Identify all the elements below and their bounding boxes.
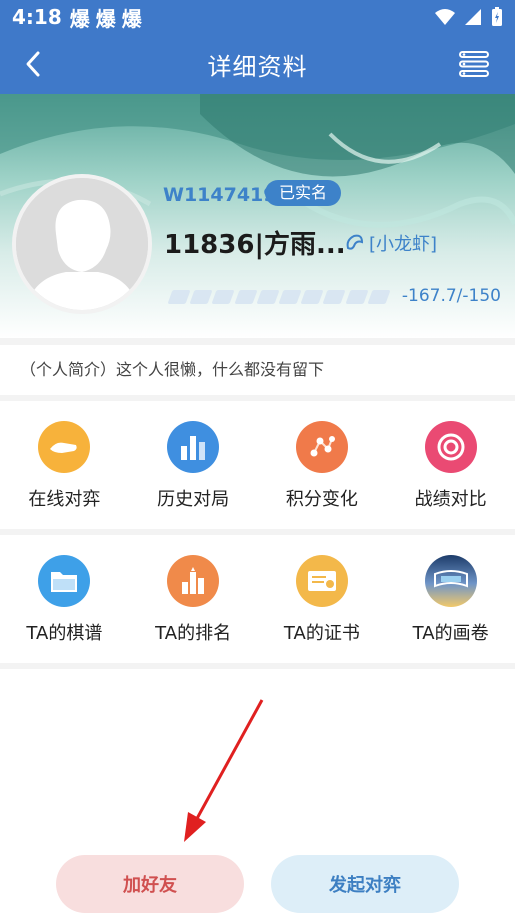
notification-icon: 爆 bbox=[121, 6, 142, 31]
feature-label: 历史对局 bbox=[157, 489, 230, 510]
page-title: 详细资料 bbox=[207, 52, 308, 81]
certificate-button[interactable]: TA的证书 bbox=[258, 535, 387, 663]
shrimp-rank-icon bbox=[346, 234, 364, 250]
certificate-icon bbox=[295, 555, 348, 607]
feature-label: TA的证书 bbox=[283, 623, 360, 644]
feature-label: TA的棋谱 bbox=[26, 623, 103, 644]
status-bar: 4:18 爆 爆 爆 bbox=[0, 0, 515, 34]
profile-header: W1147419 已实名 11836|方雨... [小龙虾] -167.7/-1… bbox=[0, 94, 515, 338]
cell-signal-icon bbox=[465, 9, 481, 25]
folder-icon bbox=[38, 555, 91, 607]
feature-grid-row: 在线对弈 历史对局 积分变化 战绩对比 bbox=[0, 401, 515, 529]
verified-badge: 已实名 bbox=[265, 180, 342, 206]
start-game-button[interactable]: 发起对弈 bbox=[271, 855, 459, 913]
personal-intro: （个人简介）这个人很懒，什么都没有留下 bbox=[0, 345, 515, 395]
feature-label: TA的画卷 bbox=[412, 623, 489, 644]
record-comparison-button[interactable]: 战绩对比 bbox=[386, 401, 515, 529]
ranking-icon bbox=[167, 555, 220, 607]
game-records-button[interactable]: TA的棋谱 bbox=[0, 535, 129, 663]
feature-label: TA的排名 bbox=[155, 623, 232, 644]
network-icon bbox=[295, 421, 348, 473]
level-progress-bar bbox=[167, 290, 391, 304]
ranking-button[interactable]: TA的排名 bbox=[129, 535, 258, 663]
wifi-icon bbox=[435, 9, 455, 25]
annotation-arrow-icon bbox=[184, 699, 264, 842]
menu-list-icon[interactable] bbox=[459, 50, 489, 78]
points-change-button[interactable]: 积分变化 bbox=[258, 401, 387, 529]
game-history-button[interactable]: 历史对局 bbox=[129, 401, 258, 529]
feature-label: 在线对弈 bbox=[28, 489, 101, 510]
online-game-button[interactable]: 在线对弈 bbox=[0, 401, 129, 529]
notification-icon: 爆 bbox=[69, 6, 90, 31]
feature-label: 战绩对比 bbox=[414, 489, 487, 510]
app-bar: 详细资料 bbox=[0, 34, 515, 94]
handshake-icon bbox=[38, 421, 91, 473]
score-text: -167.7/-150 bbox=[401, 286, 501, 306]
avatar[interactable] bbox=[12, 174, 152, 314]
back-arrow-icon[interactable] bbox=[18, 48, 50, 80]
scroll-painting-icon bbox=[424, 555, 477, 607]
default-avatar-icon bbox=[16, 178, 148, 310]
target-icon bbox=[424, 421, 477, 473]
add-friend-button[interactable]: 加好友 bbox=[56, 855, 244, 913]
nickname: 11836|方雨... bbox=[164, 230, 346, 260]
status-time: 4:18 bbox=[12, 5, 62, 29]
user-id: W1147419 bbox=[163, 184, 277, 206]
battery-icon bbox=[492, 7, 502, 26]
rank-label: [小龙虾] bbox=[369, 234, 438, 255]
painting-scroll-button[interactable]: TA的画卷 bbox=[386, 535, 515, 663]
bar-chart-icon bbox=[167, 421, 220, 473]
feature-grid-row: TA的棋谱 TA的排名 TA的证书 TA的画卷 bbox=[0, 535, 515, 663]
feature-label: 积分变化 bbox=[285, 489, 358, 510]
notification-icon: 爆 bbox=[95, 6, 116, 31]
